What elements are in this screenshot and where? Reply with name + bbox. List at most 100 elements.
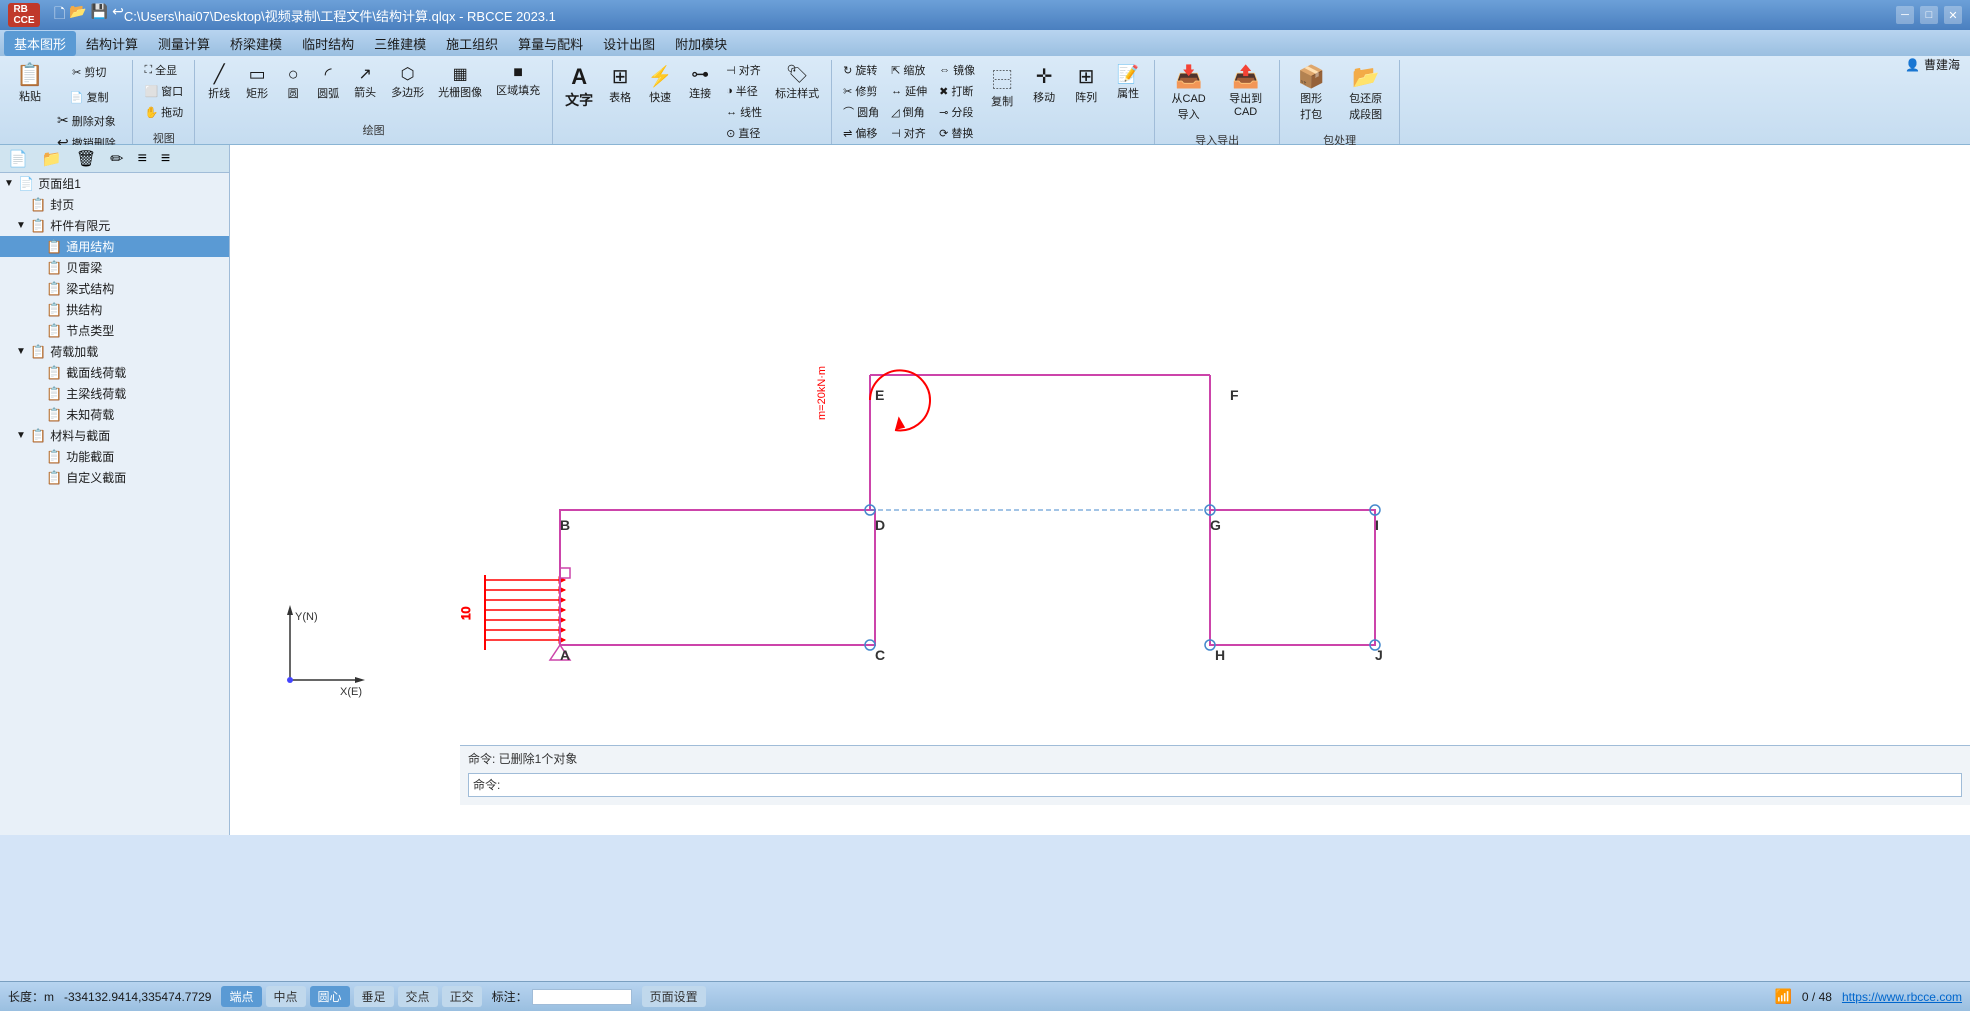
chamfer-btn[interactable]: ◿倒角 [886,102,932,122]
snap-ortho-btn[interactable]: 正交 [442,986,482,1007]
from-cad-btn[interactable]: 📥 从CAD 导入 [1161,60,1216,126]
menu-temp-struct[interactable]: 临时结构 [292,31,364,56]
copy-btn[interactable]: 📄 复制 [52,85,126,109]
offset-btn[interactable]: ⇌偏移 [838,123,884,143]
status-bar: 长度：m -334132.9414,335474.7729 端点 中点 圆心 垂… [0,981,1970,1011]
linear-btn[interactable]: ↔ 线性 [721,102,767,122]
drag-btn[interactable]: ✋ 拖动 [139,102,188,122]
table-btn[interactable]: ⊞ 表格 [601,60,639,109]
menu-construction[interactable]: 施工组织 [436,31,508,56]
cut-btn[interactable]: ✂ 剪切 [52,60,126,84]
circle-btn[interactable]: ○ 圆 [277,60,309,105]
tree-node-type[interactable]: 📋 节点类型 [0,320,229,341]
area-fill-btn[interactable]: ■ 区域填充 [490,60,546,102]
open-btn[interactable]: 📂 [69,3,86,27]
open-folder-btn[interactable]: 📁 [38,147,66,171]
extend-btn[interactable]: ↔延伸 [886,81,932,101]
minimize-btn[interactable]: ─ [1896,6,1914,24]
tree-general-struct[interactable]: 📋 通用结构 [0,236,229,257]
window-btn[interactable]: ⬜ 窗口 [139,81,188,101]
rotate-btn[interactable]: ↻旋转 [838,60,884,80]
snap-endpoint-btn[interactable]: 端点 [221,986,261,1007]
align-left-btn[interactable]: ≡ [134,148,151,170]
menu-struct-calc[interactable]: 结构计算 [76,31,148,56]
tree-arch-struct[interactable]: 📋 拱结构 [0,299,229,320]
canvas-area[interactable]: Y(N) X(E) [230,145,1970,835]
pack-btn[interactable]: 📦 图形 打包 [1286,60,1336,126]
align-edit-btn[interactable]: ⊣对齐 [886,123,932,143]
round-btn[interactable]: ⌒圆角 [838,102,884,122]
polygon-btn[interactable]: ⬡ 多边形 [385,60,430,104]
menu-measure-calc[interactable]: 测量计算 [148,31,220,56]
tree-no-load[interactable]: 📋 未知荷载 [0,404,229,425]
new-btn[interactable]: 🗋 [54,3,65,27]
text-btn[interactable]: A 文字 [559,60,599,114]
maximize-btn[interactable]: □ [1920,6,1938,24]
prop-btn[interactable]: 📝 属性 [1108,60,1148,105]
user-area[interactable]: 👤 曹建海 [1905,56,1960,73]
tree-section-load[interactable]: 📋 截面线荷载 [0,362,229,383]
move-btn[interactable]: ✛ 移动 [1024,60,1064,109]
tree-page-group1[interactable]: ▼ 📄 页面组1 [0,173,229,194]
snap-perpendicular-btn[interactable]: 垂足 [354,986,394,1007]
tree-material-group[interactable]: ▼ 📋 材料与截面 [0,425,229,446]
edit-tree-btn[interactable]: ✏ [106,147,127,171]
connect-btn[interactable]: ⊶ 连接 [681,60,719,105]
prop-icon: 📝 [1117,64,1139,85]
align-annot-btn[interactable]: ⊣ 对齐 [721,60,767,80]
delete-tree-btn[interactable]: 🗑 [72,147,100,171]
delete-obj-btn[interactable]: ✂ 删除对象 [52,110,126,131]
paste-btn[interactable]: 📋 粘贴 [10,60,50,108]
menu-design-output[interactable]: 设计出图 [593,31,665,56]
chamfer-icon: ◿ [891,106,899,119]
array-btn[interactable]: ⊞ 阵列 [1066,60,1106,109]
diameter-btn[interactable]: ⊙ 直径 [721,123,767,143]
trim-btn[interactable]: ✂修剪 [838,81,884,101]
save-btn[interactable]: 💾 [91,3,108,27]
page-settings-btn[interactable]: 页面设置 [642,986,706,1007]
website-link[interactable]: https://www.rbcce.com [1842,990,1962,1004]
snap-center-btn[interactable]: 圆心 [310,986,350,1007]
snap-intersection-btn[interactable]: 交点 [398,986,438,1007]
undo-btn[interactable]: ↩ [112,3,124,27]
unpack-btn[interactable]: 📂 包还原 成段图 [1338,60,1393,126]
fullscreen-btn[interactable]: ⛶ 全显 [139,60,188,80]
label-style-btn[interactable]: 🏷 标注样式 [769,60,825,105]
ribbon-content: 📋 粘贴 ✂ 剪切 📄 复制 ✂ 删除对象 [0,56,1970,144]
arrow-btn[interactable]: ↗ 箭头 [347,60,383,104]
replace-btn[interactable]: ⟳替换 [934,123,980,143]
grid-img-btn[interactable]: ▦ 光栅图像 [432,60,488,104]
menu-bridge-model[interactable]: 桥梁建模 [220,31,292,56]
menu-3d-model[interactable]: 三维建模 [364,31,436,56]
menu-addon[interactable]: 附加模块 [665,31,737,56]
mirror-btn[interactable]: ⇔镜像 [934,60,980,80]
tree-cover[interactable]: 📋 封页 [0,194,229,215]
arc-btn[interactable]: ◜ 圆弧 [311,60,345,105]
tree-func-section[interactable]: 📋 功能截面 [0,446,229,467]
align-right-btn[interactable]: ≡ [157,148,174,170]
polyline-btn[interactable]: ╱ 折线 [201,60,237,105]
tree-custom-section[interactable]: 📋 自定义截面 [0,467,229,488]
snap-midpoint-btn[interactable]: 中点 [266,986,306,1007]
segment-btn[interactable]: ⊸分段 [934,102,980,122]
cmd-input[interactable]: 命令: [468,773,1962,797]
menu-quantity[interactable]: 算量与配料 [508,31,593,56]
scale-btn[interactable]: ⇱缩放 [886,60,932,80]
annot-input[interactable] [532,989,632,1005]
rect-btn[interactable]: ▭ 矩形 [239,60,275,105]
delete-label: 删除对象 [72,113,116,129]
cad-group-label: 导入导出 [1161,130,1273,146]
copy-edit-btn[interactable]: ⿱ 复制 [982,60,1022,113]
tree-beam-struct[interactable]: 📋 梁式结构 [0,278,229,299]
tree-main-load[interactable]: 📋 主梁线荷载 [0,383,229,404]
break-btn[interactable]: ✖打断 [934,81,980,101]
tree-member-fem[interactable]: ▼ 📋 杆件有限元 [0,215,229,236]
close-btn[interactable]: ✕ [1944,6,1962,24]
menu-basic-shapes[interactable]: 基本图形 [4,31,76,56]
new-page-btn[interactable]: 📄 [4,147,32,171]
tree-load-group[interactable]: ▼ 📋 荷载加载 [0,341,229,362]
tree-vierendeel[interactable]: 📋 贝雷梁 [0,257,229,278]
to-cad-btn[interactable]: 📤 导出到 CAD [1218,60,1273,122]
half-radius-btn[interactable]: ◑ 半径 [721,81,767,101]
fast-btn[interactable]: ⚡ 快速 [641,60,679,109]
